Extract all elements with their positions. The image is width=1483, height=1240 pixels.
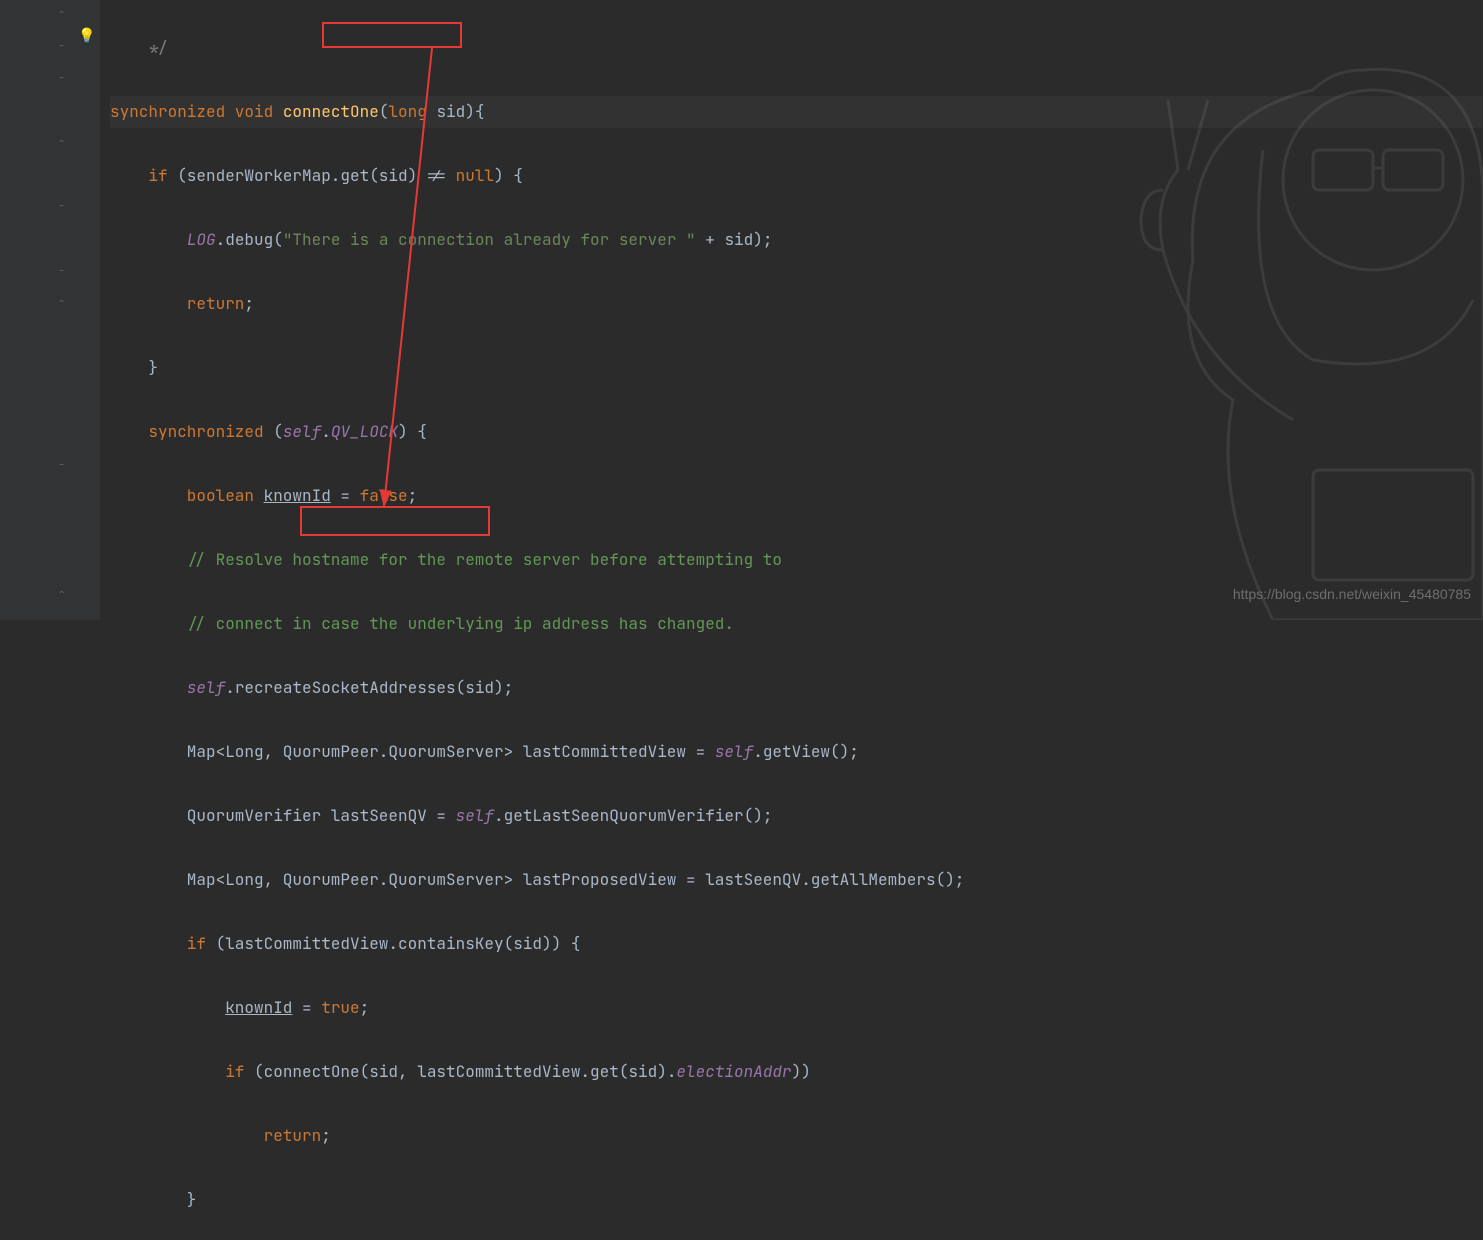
fold-toggle-icon[interactable]: − (55, 265, 68, 278)
code-line: return; (110, 1120, 1483, 1152)
code-line: */ (110, 32, 1483, 64)
fold-toggle-icon[interactable]: − (55, 200, 68, 213)
watermark-text: https://blog.csdn.net/weixin_45480785 (1233, 578, 1471, 610)
code-line: synchronized (self.QV_LOCK) { (110, 416, 1483, 448)
fold-end-icon[interactable]: ⌃ (55, 8, 68, 21)
code-editor[interactable]: */ synchronized void connectOne(long sid… (110, 0, 1483, 1240)
code-line: } (110, 1184, 1483, 1216)
fold-toggle-icon[interactable]: − (55, 40, 68, 53)
code-line: Map<Long, QuorumPeer.QuorumServer> lastC… (110, 736, 1483, 768)
editor-gutter: 💡 ⌃ − − ⌃ − − ⌃ − ⌃ (0, 0, 100, 620)
fold-end-icon[interactable]: ⌃ (55, 588, 68, 601)
code-line: synchronized void connectOne(long sid){ (110, 96, 1483, 128)
intention-bulb-icon[interactable]: 💡 (78, 29, 95, 43)
code-line: knownId = true; (110, 992, 1483, 1024)
code-line: } (110, 352, 1483, 384)
fold-toggle-icon[interactable]: − (55, 459, 68, 472)
code-line: if (connectOne(sid, lastCommittedView.ge… (110, 1056, 1483, 1088)
code-line: self.recreateSocketAddresses(sid); (110, 672, 1483, 704)
code-line: boolean knownId = false; (110, 480, 1483, 512)
code-line: return; (110, 288, 1483, 320)
fold-end-icon[interactable]: ⌃ (55, 297, 68, 310)
code-line: Map<Long, QuorumPeer.QuorumServer> lastP… (110, 864, 1483, 896)
code-line: LOG.debug("There is a connection already… (110, 224, 1483, 256)
code-line: if (lastCommittedView.containsKey(sid)) … (110, 928, 1483, 960)
code-line: // Resolve hostname for the remote serve… (110, 544, 1483, 576)
fold-toggle-icon[interactable]: − (55, 72, 68, 85)
fold-end-icon[interactable]: ⌃ (55, 137, 68, 150)
code-line: // connect in case the underlying ip add… (110, 608, 1483, 640)
code-line: QuorumVerifier lastSeenQV = self.getLast… (110, 800, 1483, 832)
code-line: if (senderWorkerMap.get(sid) != null) { (110, 160, 1483, 192)
